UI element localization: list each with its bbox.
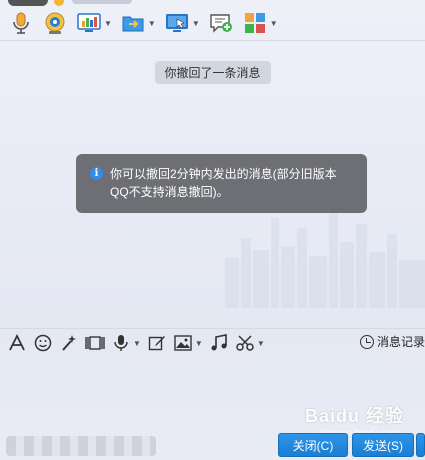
- header-strip: [0, 0, 425, 8]
- font-button[interactable]: [4, 331, 30, 355]
- send-button[interactable]: 发送(S): [352, 433, 414, 457]
- frame-button[interactable]: [82, 331, 108, 355]
- clock-icon: [359, 334, 374, 349]
- chevron-down-icon[interactable]: ▼: [104, 19, 112, 28]
- file-transfer-icon: [120, 10, 146, 36]
- microphone-button[interactable]: [4, 9, 38, 37]
- chevron-down-icon[interactable]: ▼: [195, 339, 203, 348]
- tip-text: 你可以撤回2分钟内发出的消息(部分旧版本QQ不支持消息撤回)。: [110, 167, 337, 199]
- chat-toolbar: ▼ ▼ ▼ ▼: [0, 8, 425, 38]
- app-grid-icon: [242, 10, 268, 36]
- chevron-down-icon[interactable]: ▼: [133, 339, 141, 348]
- info-icon: i: [90, 167, 103, 180]
- frame-icon: [85, 333, 105, 353]
- file-transfer-button[interactable]: ▼: [116, 9, 160, 37]
- chevron-down-icon[interactable]: ▼: [257, 339, 265, 348]
- chat-history[interactable]: 你撤回了一条消息 i 你可以撤回2分钟内发出的消息(部分旧版本QQ不支持消息撤回…: [0, 41, 425, 328]
- image-icon: [173, 333, 193, 353]
- edit-icon: [147, 333, 167, 353]
- avatar: [8, 0, 48, 6]
- contact-name: [72, 0, 132, 4]
- recall-notice: 你撤回了一条消息: [154, 61, 271, 84]
- chevron-down-icon[interactable]: ▼: [270, 19, 278, 28]
- blurred-status: [6, 436, 156, 456]
- voice-icon: [111, 333, 131, 353]
- message-history-button[interactable]: 消息记录: [359, 333, 425, 350]
- add-chat-icon: [208, 10, 234, 36]
- watermark-logo: Baidu 经验: [305, 406, 405, 426]
- microphone-icon: [8, 10, 34, 36]
- video-call-button[interactable]: [38, 9, 72, 37]
- image-button[interactable]: ▼: [170, 331, 206, 355]
- scissors-icon: [235, 333, 255, 353]
- edit-button[interactable]: [144, 331, 170, 355]
- screen-share-button[interactable]: ▼: [72, 9, 116, 37]
- font-icon: [7, 333, 27, 353]
- star-icon: [54, 0, 64, 6]
- chevron-down-icon[interactable]: ▼: [148, 19, 156, 28]
- recall-tip-tooltip: i 你可以撤回2分钟内发出的消息(部分旧版本QQ不支持消息撤回)。: [76, 154, 367, 213]
- magic-expression-button[interactable]: [56, 331, 82, 355]
- magic-wand-icon: [59, 333, 79, 353]
- divider: [0, 328, 425, 329]
- apps-button[interactable]: ▼: [238, 9, 282, 37]
- skyline-background: [225, 208, 425, 308]
- history-label: 消息记录: [376, 335, 425, 349]
- new-chat-button[interactable]: [204, 9, 238, 37]
- chevron-down-icon[interactable]: ▼: [192, 19, 200, 28]
- remote-desktop-button[interactable]: ▼: [160, 9, 204, 37]
- remote-desktop-icon: [164, 10, 190, 36]
- close-button[interactable]: 关闭(C): [278, 433, 348, 457]
- send-options-button[interactable]: [416, 433, 425, 457]
- music-icon: [209, 333, 229, 353]
- screen-share-icon: [76, 10, 102, 36]
- video-camera-icon: [42, 10, 68, 36]
- music-button[interactable]: [206, 331, 232, 355]
- voice-message-button[interactable]: ▼: [108, 331, 144, 355]
- emoji-icon: [33, 333, 53, 353]
- emoji-button[interactable]: [30, 331, 56, 355]
- screenshot-button[interactable]: ▼: [232, 331, 268, 355]
